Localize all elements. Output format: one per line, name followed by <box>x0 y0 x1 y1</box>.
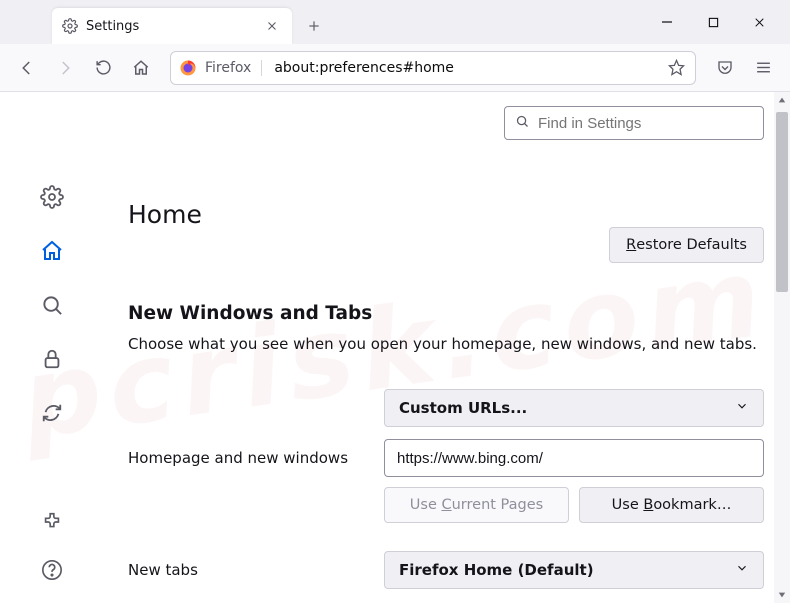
use-current-pages-button[interactable]: Use Current Pages <box>384 487 569 523</box>
sidebar-home-icon[interactable] <box>39 238 65 264</box>
section-description: Choose what you see when you open your h… <box>128 334 764 355</box>
restore-defaults-label: estore Defaults <box>636 237 747 253</box>
find-in-settings[interactable] <box>504 106 764 140</box>
sidebar-privacy-icon[interactable] <box>39 346 65 372</box>
scrollbar[interactable] <box>774 92 790 603</box>
homepage-mode-value: Custom URLs... <box>399 399 527 417</box>
forward-button[interactable] <box>48 51 82 85</box>
sidebar-general-icon[interactable] <box>39 184 65 210</box>
maximize-button[interactable] <box>690 0 736 44</box>
homepage-url-input[interactable] <box>384 439 764 477</box>
close-window-button[interactable] <box>736 0 782 44</box>
settings-main: Home Restore Defaults New Windows and Ta… <box>104 92 790 603</box>
homepage-label: Homepage and new windows <box>128 449 364 467</box>
homepage-mode-select[interactable]: Custom URLs... <box>384 389 764 427</box>
firefox-icon <box>179 59 197 77</box>
home-button[interactable] <box>124 51 158 85</box>
use-bookmark-button[interactable]: Use Bookmark… <box>579 487 764 523</box>
save-to-pocket-button[interactable] <box>708 51 742 85</box>
url-bar[interactable]: Firefox about:preferences#home <box>170 51 696 85</box>
page-title: Home <box>128 200 764 229</box>
find-in-settings-input[interactable] <box>538 115 753 132</box>
bookmark-star-icon[interactable] <box>665 57 687 79</box>
identity-label: Firefox <box>205 60 262 76</box>
newtabs-label: New tabs <box>128 561 364 579</box>
newtabs-select[interactable]: Firefox Home (Default) <box>384 551 764 589</box>
new-tab-button[interactable] <box>298 10 330 42</box>
sidebar-sync-icon[interactable] <box>39 400 65 426</box>
scrollbar-thumb[interactable] <box>776 112 788 292</box>
tab-label: Settings <box>86 19 254 34</box>
navigation-toolbar: Firefox about:preferences#home <box>0 44 790 92</box>
search-icon <box>515 114 530 133</box>
app-menu-button[interactable] <box>746 51 780 85</box>
gear-icon <box>62 18 78 34</box>
settings-sidebar <box>0 92 104 603</box>
sidebar-extensions-icon[interactable] <box>39 509 65 535</box>
browser-tab-settings[interactable]: Settings <box>52 8 292 44</box>
newtabs-value: Firefox Home (Default) <box>399 561 594 579</box>
tab-bar: Settings <box>0 0 790 44</box>
sidebar-help-icon[interactable] <box>39 557 65 583</box>
minimize-button[interactable] <box>644 0 690 44</box>
window-controls <box>644 0 782 44</box>
reload-button[interactable] <box>86 51 120 85</box>
restore-defaults-button[interactable]: Restore Defaults <box>609 227 764 263</box>
sidebar-search-icon[interactable] <box>39 292 65 318</box>
section-title: New Windows and Tabs <box>128 303 764 324</box>
chevron-down-icon <box>735 561 749 579</box>
url-text: about:preferences#home <box>270 60 657 76</box>
back-button[interactable] <box>10 51 44 85</box>
chevron-down-icon <box>735 399 749 417</box>
close-tab-icon[interactable] <box>262 16 282 36</box>
